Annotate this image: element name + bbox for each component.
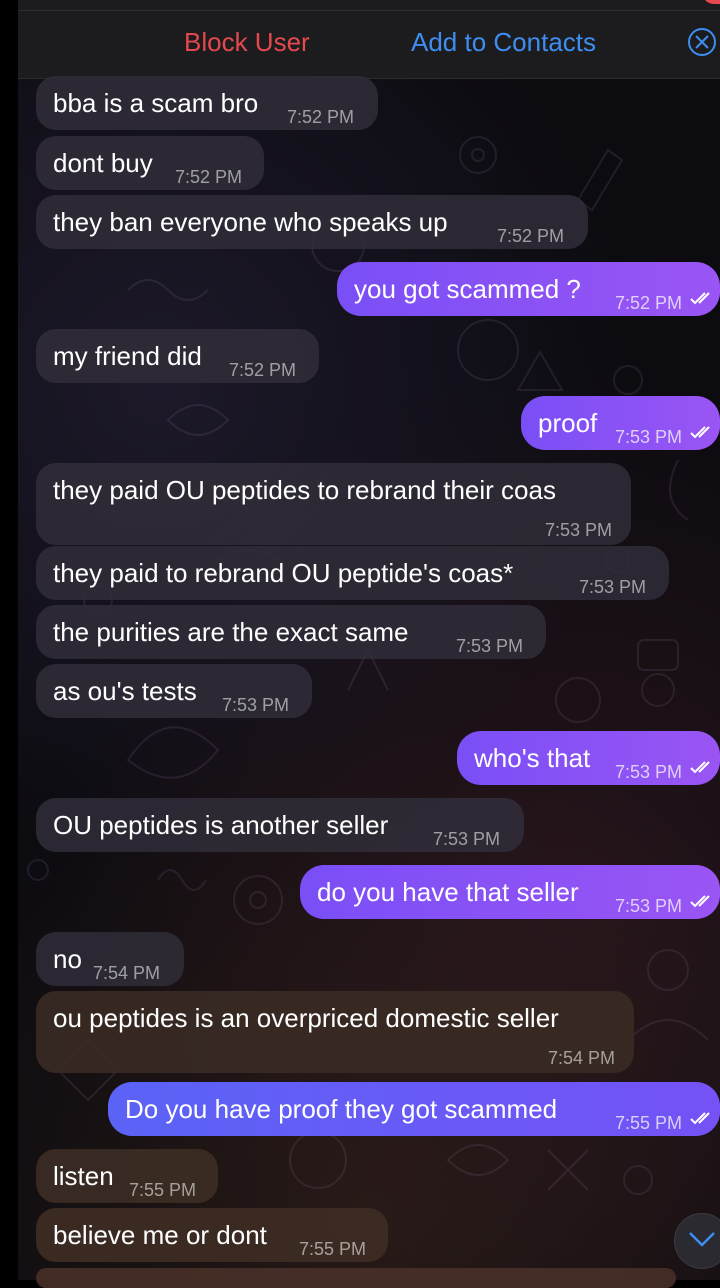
message-time: 7:53 PM xyxy=(544,520,612,540)
message-time: 7:55 PM xyxy=(129,1180,197,1200)
message-text: believe me or dont xyxy=(53,1220,267,1250)
incoming-message[interactable]: listen 7:55 PM xyxy=(36,1149,218,1203)
outgoing-message[interactable]: Do you have proof they got scammed 7:55 … xyxy=(108,1082,720,1136)
double-check-icon xyxy=(690,761,710,774)
double-check-icon xyxy=(690,1112,710,1125)
incoming-message[interactable]: they paid OU peptides to rebrand their c… xyxy=(36,463,631,545)
message-time: 7:53 PM xyxy=(615,896,683,916)
message-time: 7:52 PM xyxy=(615,293,683,313)
message-text: do you have that seller xyxy=(317,877,579,907)
notification-badge xyxy=(702,0,720,4)
message-text: dont buy xyxy=(53,148,153,178)
incoming-message[interactable]: OU peptides is another seller 7:53 PM xyxy=(36,798,524,852)
message-time: 7:52 PM xyxy=(497,226,565,246)
chat-action-bar: Block User Add to Contacts xyxy=(18,0,720,79)
incoming-message[interactable]: the purities are the exact same 7:53 PM xyxy=(36,605,546,659)
incoming-message[interactable]: dont buy 7:52 PM xyxy=(36,136,264,190)
message-text: ou peptides is an overpriced domestic se… xyxy=(53,1003,559,1033)
message-time: 7:52 PM xyxy=(287,107,355,127)
message-text: no xyxy=(53,944,82,974)
message-text: they ban everyone who speaks up xyxy=(53,207,448,237)
incoming-message[interactable]: they paid to rebrand OU peptide's coas* … xyxy=(36,546,669,600)
outgoing-message[interactable]: you got scammed ? 7:52 PM xyxy=(337,262,720,316)
message-text: OU peptides is another seller xyxy=(53,810,389,840)
message-text: as ou's tests xyxy=(53,676,197,706)
message-text: bba is a scam bro xyxy=(53,88,259,118)
incoming-message[interactable]: they ban everyone who speaks up 7:52 PM xyxy=(36,195,588,249)
message-time: 7:52 PM xyxy=(229,360,297,380)
incoming-message-partial[interactable] xyxy=(36,1268,676,1288)
incoming-message[interactable]: ou peptides is an overpriced domestic se… xyxy=(36,991,634,1073)
message-text: who's that xyxy=(474,743,591,773)
message-time: 7:55 PM xyxy=(615,1113,683,1133)
outgoing-message[interactable]: proof 7:53 PM xyxy=(521,396,720,450)
message-text: proof xyxy=(538,408,598,438)
message-text: listen xyxy=(53,1161,114,1191)
outgoing-message[interactable]: who's that 7:53 PM xyxy=(457,731,720,785)
double-check-icon xyxy=(690,426,710,439)
outgoing-message[interactable]: do you have that seller 7:53 PM xyxy=(300,865,720,919)
incoming-message[interactable]: as ou's tests 7:53 PM xyxy=(36,664,312,718)
message-time: 7:53 PM xyxy=(222,695,290,715)
message-time: 7:53 PM xyxy=(456,636,524,656)
message-time: 7:53 PM xyxy=(615,427,683,447)
divider xyxy=(18,10,720,11)
message-text: you got scammed ? xyxy=(354,274,581,304)
chevron-down-icon xyxy=(689,1232,715,1247)
block-user-button[interactable]: Block User xyxy=(184,27,310,58)
message-text: they paid OU peptides to rebrand their c… xyxy=(53,475,556,505)
message-text: Do you have proof they got scammed xyxy=(125,1094,558,1124)
double-check-icon xyxy=(690,895,710,908)
message-text: the purities are the exact same xyxy=(53,617,409,647)
message-time: 7:54 PM xyxy=(547,1048,615,1068)
add-to-contacts-button[interactable]: Add to Contacts xyxy=(411,27,596,58)
message-time: 7:54 PM xyxy=(93,963,161,983)
close-icon[interactable] xyxy=(688,28,716,56)
incoming-message[interactable]: believe me or dont 7:55 PM xyxy=(36,1208,388,1262)
message-time: 7:52 PM xyxy=(175,167,243,187)
incoming-message[interactable]: my friend did 7:52 PM xyxy=(36,329,319,383)
message-text: my friend did xyxy=(53,341,202,371)
incoming-message[interactable]: bba is a scam bro 7:52 PM xyxy=(36,76,378,130)
message-time: 7:53 PM xyxy=(615,762,683,782)
message-time: 7:55 PM xyxy=(299,1239,367,1259)
message-time: 7:53 PM xyxy=(433,829,501,849)
message-text: they paid to rebrand OU peptide's coas* xyxy=(53,558,514,588)
message-time: 7:53 PM xyxy=(579,577,647,597)
incoming-message[interactable]: no 7:54 PM xyxy=(36,932,184,986)
double-check-icon xyxy=(690,292,710,305)
